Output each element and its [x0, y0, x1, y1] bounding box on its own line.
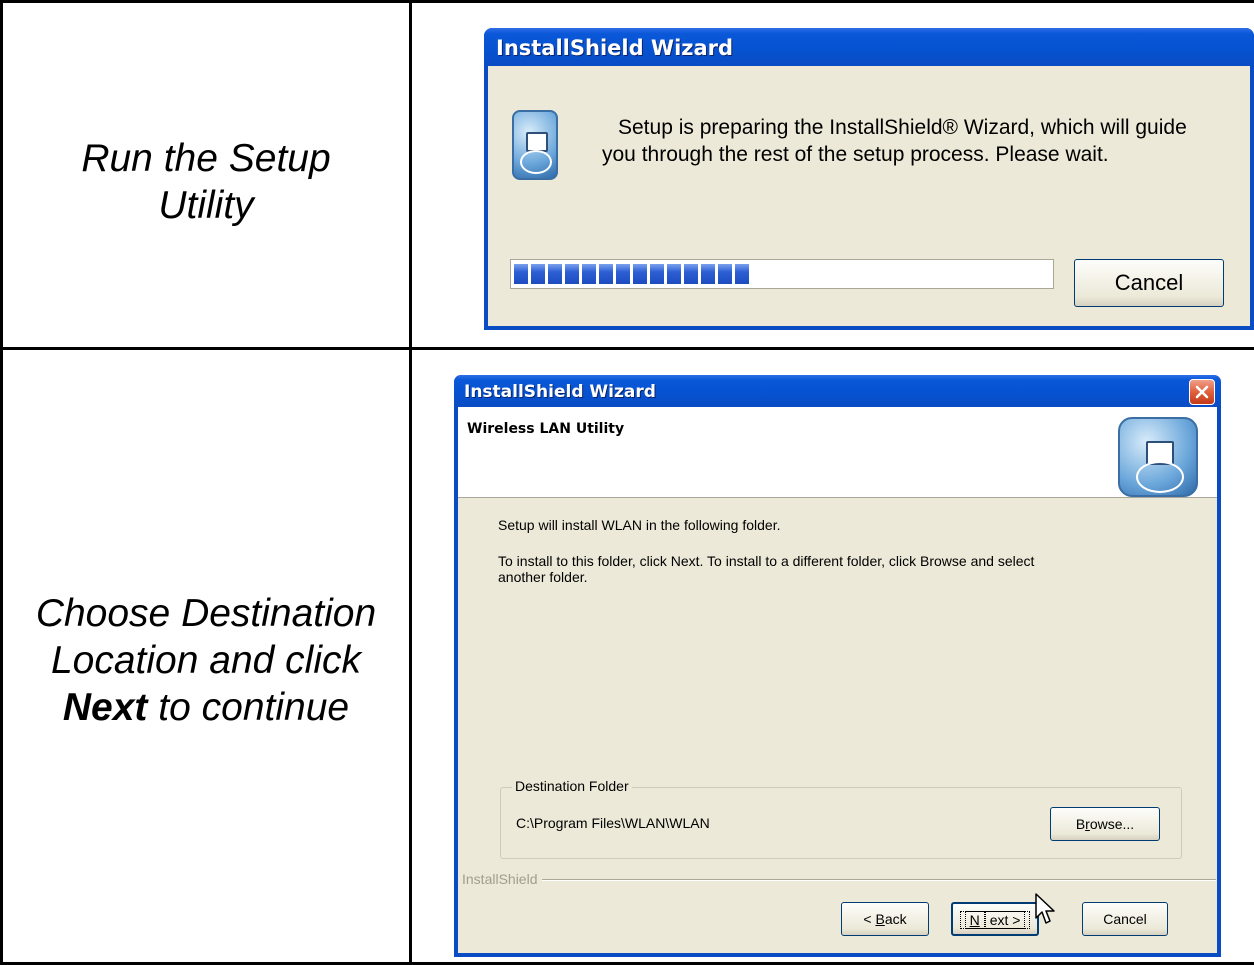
dialog1-titlebar[interactable]: InstallShield Wizard	[484, 28, 1254, 66]
step2-caption-line1: Choose Destination	[35, 592, 377, 635]
progress-block	[531, 264, 545, 284]
dialog2-text-instructions: To install to this folder, click Next. T…	[498, 553, 1034, 585]
cancel-button[interactable]: Cancel	[1074, 259, 1224, 307]
dialog2-client: Wireless LAN Utility Setup will install …	[458, 407, 1217, 953]
step1-caption: Run the Setup Utility	[3, 135, 409, 229]
progress-block	[667, 264, 681, 284]
close-icon[interactable]	[1189, 379, 1215, 405]
cancel-button[interactable]: Cancel	[1082, 902, 1168, 936]
dialog2-header-title: Wireless LAN Utility	[467, 421, 625, 437]
back-label-post: ack	[884, 911, 907, 927]
back-label-accel: B	[875, 911, 885, 927]
step1-caption-line1: Run the Setup	[81, 137, 331, 180]
destination-folder-label: Destination Folder	[512, 778, 632, 794]
progress-block	[650, 264, 664, 284]
progress-block	[616, 264, 630, 284]
installshield-preparing-dialog: InstallShield Wizard Setup is preparing …	[484, 28, 1254, 330]
step2-caption-line2: Location and click	[50, 639, 362, 682]
dialog2-text-instructions-line2: another folder.	[498, 569, 588, 585]
table-row-divider	[0, 347, 1254, 350]
progress-bar	[510, 259, 1054, 289]
installshield-destination-dialog: InstallShield Wizard Wireless LAN Utilit…	[454, 375, 1221, 957]
progress-block	[718, 264, 732, 284]
progress-block	[548, 264, 562, 284]
next-label-accel: N	[964, 911, 985, 929]
step2-caption-tail: to continue	[147, 686, 350, 729]
progress-bar-fill	[514, 264, 749, 284]
folder-path: C:\Program Files\WLAN\WLAN	[516, 815, 710, 831]
next-button-focus: Next >	[959, 911, 1031, 929]
step2-caption-line3: Next to continue	[3, 684, 409, 731]
table-column-divider	[409, 0, 412, 965]
dialog2-header: Wireless LAN Utility	[458, 407, 1217, 498]
back-label-pre: <	[863, 911, 876, 927]
next-label-post: ext >	[984, 911, 1026, 929]
dialog1-message: Setup is preparing the InstallShield® Wi…	[602, 114, 1187, 168]
browse-label-pre: B	[1075, 816, 1086, 832]
installer-icon	[512, 110, 558, 180]
progress-block	[565, 264, 579, 284]
progress-block	[633, 264, 647, 284]
dialog2-text-install-folder: Setup will install WLAN in the following…	[498, 517, 781, 533]
progress-block	[514, 264, 528, 284]
next-button[interactable]: Next >	[951, 902, 1039, 936]
progress-block	[701, 264, 715, 284]
progress-block	[599, 264, 613, 284]
progress-block	[735, 264, 749, 284]
progress-block	[582, 264, 596, 284]
mouse-cursor-icon	[1035, 893, 1055, 924]
back-button[interactable]: < Back	[841, 902, 929, 936]
table-border-top	[0, 0, 1254, 3]
dialog2-titlebar[interactable]: InstallShield Wizard	[454, 375, 1221, 407]
step2-caption: Choose Destination Location and click Ne…	[3, 590, 409, 731]
dialog2-text-instructions-line1: To install to this folder, click Next. T…	[498, 553, 1035, 569]
step1-caption-line2: Utility	[158, 184, 254, 227]
dialog2-title: InstallShield Wizard	[464, 382, 656, 402]
brand-divider	[516, 879, 1216, 881]
dialog1-title: InstallShield Wizard	[496, 36, 734, 60]
installer-icon	[1118, 417, 1198, 497]
dialog1-message-line2: you through the rest of the setup proces…	[602, 143, 1109, 166]
dialog1-message-line1: Setup is preparing the InstallShield® Wi…	[618, 116, 1187, 139]
progress-block	[684, 264, 698, 284]
browse-button[interactable]: Browse...	[1050, 807, 1160, 841]
browse-label-post: owse...	[1089, 816, 1135, 832]
installshield-brand: InstallShield	[462, 871, 542, 887]
step2-caption-bold: Next	[62, 686, 148, 729]
